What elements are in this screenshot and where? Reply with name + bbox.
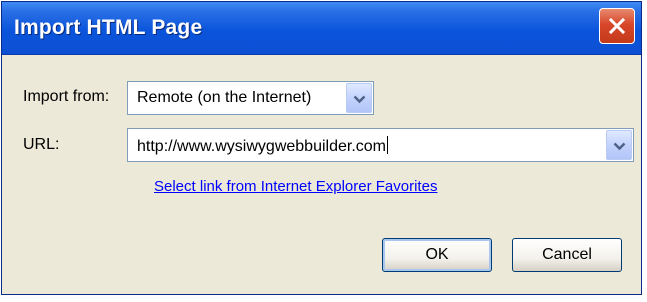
chevron-down-icon — [613, 142, 626, 151]
import-from-selected: Remote (on the Internet) — [137, 89, 312, 106]
text-caret — [386, 136, 388, 154]
dialog-title: Import HTML Page — [14, 16, 203, 39]
url-dropdown-button[interactable] — [606, 130, 632, 160]
url-input[interactable]: http://www.wysiwygwebbuilder.com — [137, 136, 388, 156]
close-button[interactable] — [599, 8, 635, 44]
title-bar[interactable]: Import HTML Page — [2, 2, 641, 55]
import-html-page-dialog: Import HTML Page Import from: Remote (on… — [1, 1, 642, 295]
favorites-link[interactable]: Select link from Internet Explorer Favor… — [154, 178, 437, 195]
import-from-label: Import from: — [23, 88, 110, 105]
close-x-icon — [608, 17, 626, 35]
url-label: URL: — [23, 136, 60, 153]
import-from-select[interactable]: Remote (on the Internet) — [127, 81, 374, 115]
chevron-down-icon — [353, 95, 366, 104]
cancel-button[interactable]: Cancel — [512, 238, 622, 272]
ok-button[interactable]: OK — [382, 238, 492, 272]
url-combobox[interactable]: http://www.wysiwygwebbuilder.com — [127, 128, 634, 162]
import-from-dropdown-button[interactable] — [346, 83, 372, 113]
